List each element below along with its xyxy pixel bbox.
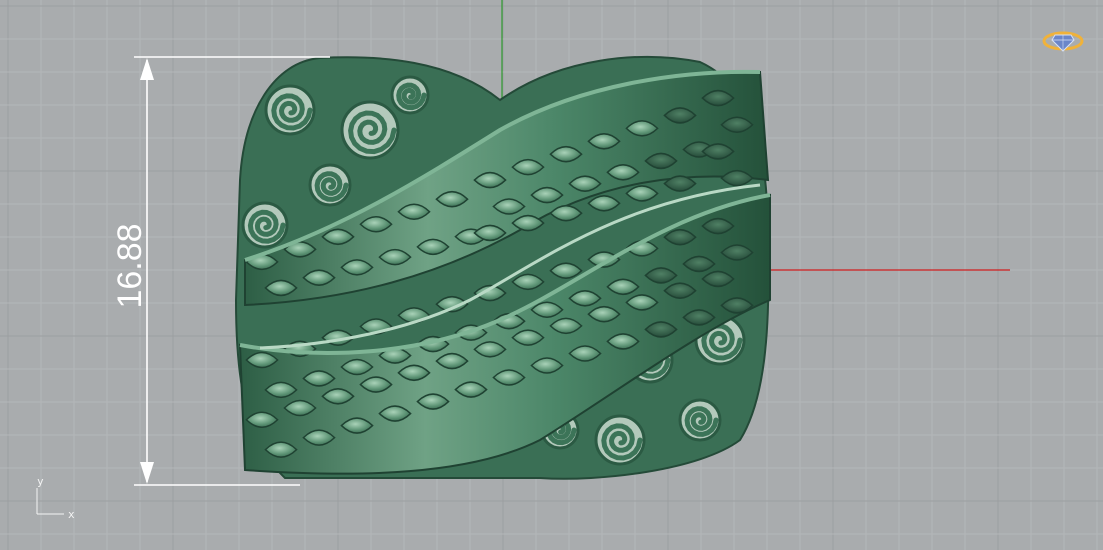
- dimension-arrow-bottom: [140, 462, 154, 484]
- axis-widget-y-label: y: [37, 475, 44, 488]
- dimension-arrow-top: [140, 58, 154, 80]
- dimension-value: 16.88: [111, 223, 149, 308]
- rhino-front-viewport[interactable]: 16.88 y x: [0, 0, 1103, 550]
- axis-widget: y x: [36, 475, 75, 521]
- axis-widget-x-label: x: [68, 508, 75, 521]
- gem-logo-icon[interactable]: [1042, 31, 1084, 52]
- ring-model[interactable]: [234, 55, 771, 480]
